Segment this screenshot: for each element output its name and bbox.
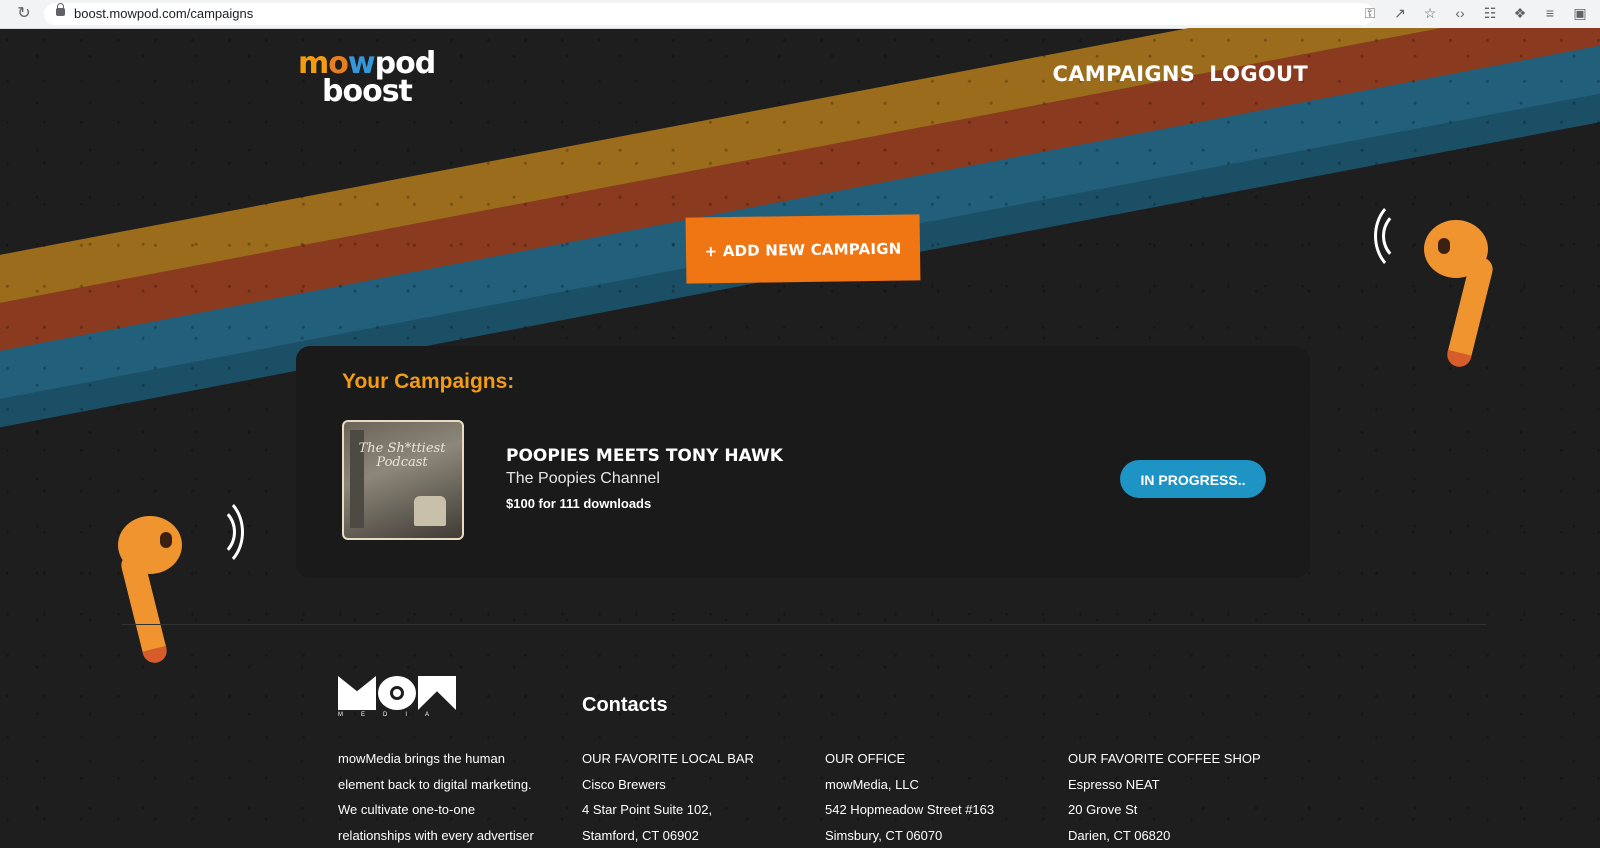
puzzle-icon[interactable]: ❖ bbox=[1510, 3, 1530, 23]
status-in-progress-button[interactable]: IN PROGRESS.. bbox=[1120, 460, 1266, 498]
campaigns-heading: Your Campaigns: bbox=[342, 370, 514, 394]
key-icon[interactable]: ⚿ bbox=[1360, 3, 1380, 23]
stripe-gold bbox=[0, 28, 1600, 340]
contacts-heading: Contacts bbox=[582, 694, 668, 717]
sound-wave-icon bbox=[190, 506, 236, 558]
earbud-speaker bbox=[1438, 238, 1450, 254]
about-line: relationships with every advertiser bbox=[338, 823, 534, 848]
reload-icon[interactable]: ↻ bbox=[14, 4, 34, 24]
address-bar[interactable]: boost.mowpod.com/campaigns bbox=[44, 3, 1374, 25]
contact-line: Darien, CT 06820 bbox=[1068, 823, 1261, 848]
thumbnail-title: The Sh*ttiest Podcast bbox=[350, 442, 454, 470]
logo-w-glyph bbox=[418, 676, 456, 710]
contact-column-coffee: OUR FAVORITE COFFEE SHOP Espresso NEAT 2… bbox=[1068, 746, 1261, 848]
top-nav: CAMPAIGNS LOGOUT bbox=[1053, 62, 1309, 86]
nav-campaigns[interactable]: CAMPAIGNS bbox=[1053, 62, 1196, 86]
add-new-campaign-button[interactable]: + ADD NEW CAMPAIGN bbox=[686, 214, 921, 283]
browser-toolbar: ↻ boost.mowpod.com/campaigns ⚿ ↗ ☆ ‹› ☷ … bbox=[0, 0, 1600, 29]
contact-title: OUR FAVORITE COFFEE SHOP bbox=[1068, 746, 1261, 772]
contact-column-office: OUR OFFICE mowMedia, LLC 542 Hopmeadow S… bbox=[825, 746, 994, 848]
lock-icon bbox=[56, 8, 65, 16]
contact-line: 20 Grove St bbox=[1068, 797, 1261, 823]
podcast-thumbnail[interactable]: The Sh*ttiest Podcast bbox=[342, 420, 464, 540]
earbud-left-icon bbox=[110, 490, 240, 680]
campaign-channel: The Poopies Channel bbox=[506, 470, 660, 488]
about-line: mowMedia brings the human bbox=[338, 746, 534, 772]
share-icon[interactable]: ↗ bbox=[1390, 3, 1410, 23]
sound-wave-icon bbox=[1382, 210, 1428, 262]
footer-divider bbox=[122, 624, 1486, 625]
contact-title: OUR OFFICE bbox=[825, 746, 994, 772]
stripe-rust bbox=[0, 28, 1600, 388]
mowpod-boost-logo[interactable]: mowpod boost bbox=[298, 46, 448, 110]
contact-line: Simsbury, CT 06070 bbox=[825, 823, 994, 848]
campaigns-card: Your Campaigns: The Sh*ttiest Podcast PO… bbox=[296, 346, 1310, 578]
contact-line: Cisco Brewers bbox=[582, 772, 754, 798]
logo-line-2: boost bbox=[322, 74, 412, 109]
nav-logout[interactable]: LOGOUT bbox=[1209, 62, 1308, 86]
contact-line: mowMedia, LLC bbox=[825, 772, 994, 798]
about-text: mowMedia brings the human element back t… bbox=[338, 746, 534, 848]
about-line: We cultivate one-to-one bbox=[338, 797, 534, 823]
earbud-speaker bbox=[160, 532, 172, 548]
contact-line: 542 Hopmeadow Street #163 bbox=[825, 797, 994, 823]
contact-line: Espresso NEAT bbox=[1068, 772, 1261, 798]
earbud-right-icon bbox=[1374, 192, 1504, 382]
logo-subtext: MEDIA bbox=[338, 712, 447, 718]
logo-m-glyph bbox=[338, 676, 376, 710]
code-extension-icon[interactable]: ‹› bbox=[1450, 3, 1470, 23]
mowmedia-logo[interactable] bbox=[338, 676, 456, 710]
sidebar-icon[interactable]: ▣ bbox=[1570, 3, 1590, 23]
translate-extension-icon[interactable]: ☷ bbox=[1480, 3, 1500, 23]
logo-o-glyph bbox=[378, 676, 416, 710]
campaign-title[interactable]: POOPIES MEETS TONY HAWK bbox=[506, 446, 783, 466]
star-icon[interactable]: ☆ bbox=[1420, 3, 1440, 23]
url-text[interactable]: boost.mowpod.com/campaigns bbox=[74, 6, 253, 21]
campaign-price: $100 for 111 downloads bbox=[506, 496, 651, 511]
contact-column-bar: OUR FAVORITE LOCAL BAR Cisco Brewers 4 S… bbox=[582, 746, 754, 848]
about-line: element back to digital marketing. bbox=[338, 772, 534, 798]
thumbnail-chair bbox=[414, 496, 446, 526]
reading-list-icon[interactable]: ≡ bbox=[1540, 3, 1560, 23]
contact-title: OUR FAVORITE LOCAL BAR bbox=[582, 746, 754, 772]
contact-line: Stamford, CT 06902 bbox=[582, 823, 754, 848]
contact-line: 4 Star Point Suite 102, bbox=[582, 797, 754, 823]
browser-tools: ⚿ ↗ ☆ ‹› ☷ ❖ ≡ ▣ bbox=[1360, 3, 1590, 23]
